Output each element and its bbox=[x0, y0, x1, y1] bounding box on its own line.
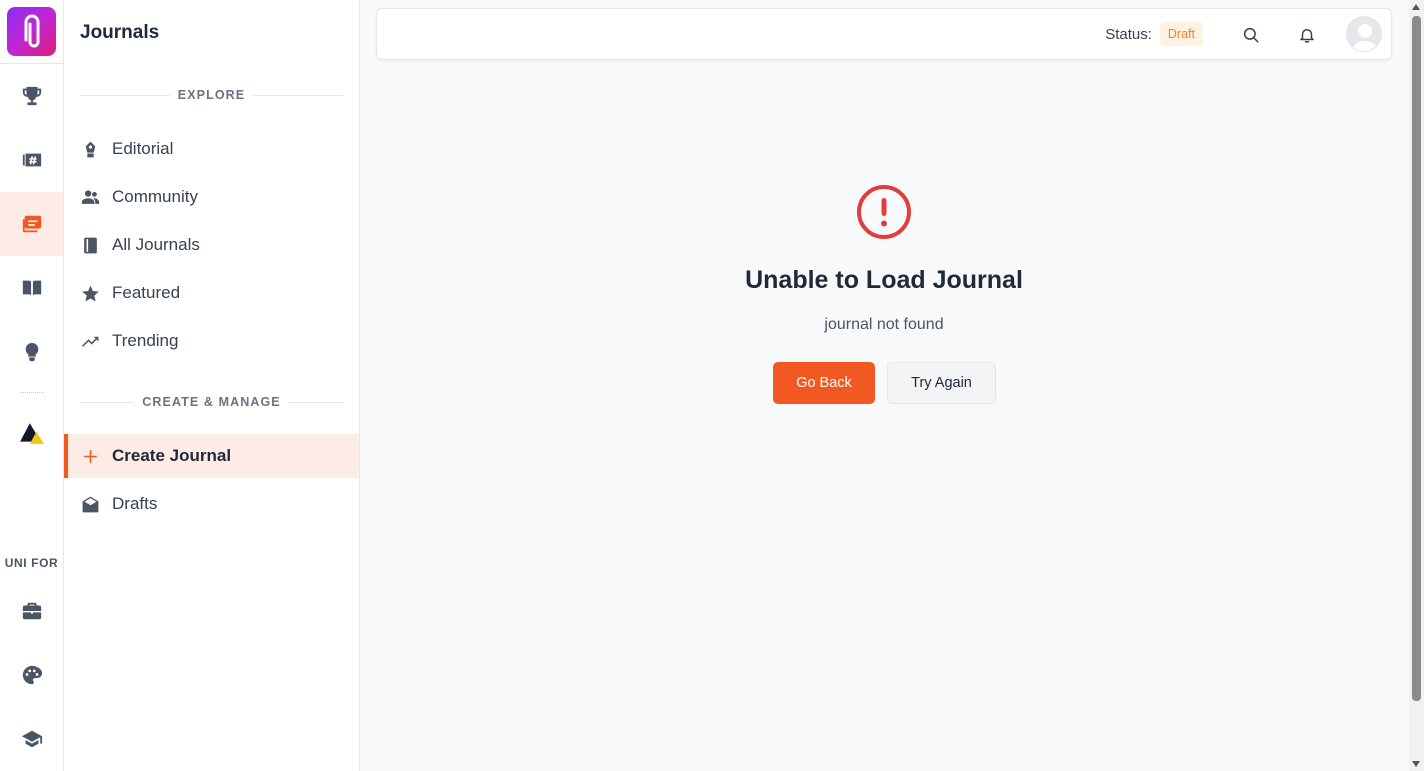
users-icon bbox=[80, 187, 100, 207]
default-user-icon bbox=[1347, 17, 1381, 51]
panel-title: Journals bbox=[80, 22, 160, 43]
nav-item-community[interactable]: Community bbox=[64, 175, 359, 219]
trophy-icon bbox=[22, 86, 41, 106]
plus-icon bbox=[80, 446, 100, 466]
status-label: Status: bbox=[1105, 25, 1152, 43]
try-again-button[interactable]: Try Again bbox=[887, 362, 996, 404]
nav-item-featured[interactable]: Featured bbox=[64, 271, 359, 315]
envelope-open-icon bbox=[80, 494, 100, 514]
scroll-down-arrow-icon[interactable] bbox=[1412, 761, 1420, 767]
status-badge: Draft bbox=[1159, 22, 1203, 46]
rail-item-tags[interactable] bbox=[0, 128, 63, 192]
briefcase-icon bbox=[22, 602, 41, 620]
app-logo[interactable] bbox=[7, 7, 56, 56]
nav-item-trending[interactable]: Trending bbox=[64, 319, 359, 363]
rail-item-journals[interactable] bbox=[0, 192, 63, 256]
section-explore-label: EXPLORE bbox=[177, 88, 246, 102]
top-header: Status: Draft bbox=[376, 8, 1392, 60]
scrollbar-thumb[interactable] bbox=[1412, 16, 1421, 701]
nav-item-create-journal[interactable]: Create Journal bbox=[64, 434, 359, 478]
triangle-logo-icon bbox=[19, 423, 44, 444]
paperclip-logo-icon bbox=[24, 14, 39, 47]
bell-icon bbox=[1300, 29, 1314, 43]
palette-icon bbox=[22, 665, 42, 685]
scroll-up-arrow-icon[interactable] bbox=[1412, 4, 1420, 10]
rail-section-label: UNI FOR bbox=[4, 556, 59, 570]
rail-item-library[interactable] bbox=[0, 256, 63, 320]
section-create-manage-label: CREATE & MANAGE bbox=[142, 395, 281, 409]
journals-panel: Journals EXPLORE Editorial Community All… bbox=[64, 0, 360, 771]
error-title: Unable to Load Journal bbox=[745, 266, 1023, 294]
rail-item-partner[interactable] bbox=[0, 401, 63, 465]
lightbulb-icon bbox=[25, 342, 38, 362]
error-alert-icon bbox=[857, 185, 911, 239]
search-button[interactable] bbox=[1239, 23, 1263, 47]
status-indicator: Status: Draft bbox=[1105, 22, 1203, 46]
journal-cards-icon bbox=[22, 215, 41, 233]
pen-nib-icon bbox=[80, 139, 100, 159]
go-back-button[interactable]: Go Back bbox=[773, 362, 875, 404]
search-icon bbox=[1243, 27, 1259, 43]
graduation-cap-icon bbox=[21, 730, 42, 748]
star-icon bbox=[80, 283, 100, 303]
open-book-icon bbox=[22, 280, 41, 296]
rail-item-business[interactable] bbox=[0, 579, 63, 643]
rail-item-education[interactable] bbox=[0, 707, 63, 771]
section-create-manage: CREATE & MANAGE bbox=[80, 395, 343, 409]
user-avatar[interactable] bbox=[1346, 16, 1382, 52]
rail-item-trophy[interactable] bbox=[0, 64, 63, 128]
rail-dotted-divider bbox=[20, 392, 44, 393]
hashtag-ticket-icon bbox=[22, 153, 41, 167]
section-explore: EXPLORE bbox=[80, 88, 343, 102]
notifications-button[interactable] bbox=[1295, 23, 1319, 47]
error-message: journal not found bbox=[824, 316, 944, 333]
nav-item-editorial[interactable]: Editorial bbox=[64, 127, 359, 171]
nav-item-drafts[interactable]: Drafts bbox=[64, 482, 359, 526]
rail-item-creators[interactable] bbox=[0, 643, 63, 707]
book-icon bbox=[80, 235, 100, 255]
nav-item-all-journals[interactable]: All Journals bbox=[64, 223, 359, 267]
icon-rail: UNI FOR bbox=[0, 0, 64, 771]
rail-item-ideas[interactable] bbox=[0, 320, 63, 384]
page-scrollbar[interactable] bbox=[1409, 0, 1424, 771]
trending-up-icon bbox=[80, 331, 100, 351]
